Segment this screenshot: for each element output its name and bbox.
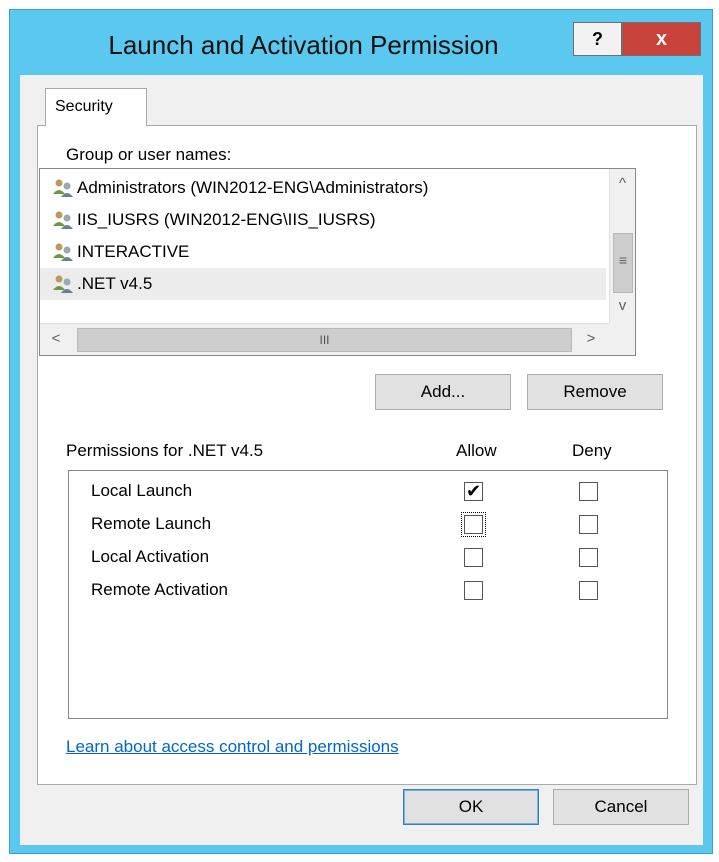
learn-access-control-link[interactable]: Learn about access control and permissio… <box>66 737 399 757</box>
allow-checkbox[interactable]: ✔ <box>464 482 483 501</box>
list-item[interactable]: Administrators (WIN2012-ENG\Administrato… <box>40 172 606 204</box>
user-group-icon <box>52 210 74 230</box>
dialog-window: Launch and Activation Permission ? x Sec… <box>9 9 713 854</box>
list-item-label: INTERACTIVE <box>77 242 190 261</box>
permissions-list: Local Launch ✔ Remote Launch Local Activati… <box>68 470 668 719</box>
group-names-listbox[interactable]: Administrators (WIN2012-ENG\Administrato… <box>39 168 636 356</box>
scroll-right-arrow-icon[interactable]: > <box>583 330 599 347</box>
list-item-label: IIS_IUSRS (WIN2012-ENG\IIS_IUSRS) <box>77 210 376 229</box>
allow-checkbox[interactable] <box>464 548 483 567</box>
deny-checkbox[interactable] <box>579 482 598 501</box>
horizontal-scroll-thumb[interactable]: III <box>77 328 572 352</box>
deny-checkbox[interactable] <box>579 581 598 600</box>
tab-security[interactable]: Security <box>45 88 147 126</box>
add-button[interactable]: Add... <box>375 374 511 410</box>
list-item[interactable]: .NET v4.5 <box>40 268 606 300</box>
list-item[interactable]: INTERACTIVE <box>40 236 606 268</box>
scroll-up-arrow-icon[interactable]: ^ <box>610 175 635 192</box>
user-group-icon <box>52 274 74 294</box>
vertical-scroll-thumb[interactable]: ≡ <box>613 233 633 293</box>
allow-checkbox[interactable] <box>461 512 486 537</box>
close-button[interactable]: x <box>622 22 701 56</box>
scroll-grip-icon: ≡ <box>618 252 628 268</box>
group-names-label: Group or user names: <box>66 145 232 164</box>
vertical-scrollbar[interactable]: ^ ≡ v <box>609 169 635 323</box>
user-group-icon <box>52 178 74 198</box>
scroll-left-arrow-icon[interactable]: < <box>48 330 64 347</box>
scroll-down-arrow-icon[interactable]: v <box>610 297 635 314</box>
deny-checkbox[interactable] <box>579 548 598 567</box>
allow-column-header: Allow <box>456 441 497 460</box>
help-button[interactable]: ? <box>573 22 622 56</box>
permission-name: Remote Activation <box>91 580 229 599</box>
permission-name: Remote Launch <box>91 514 212 533</box>
ok-button[interactable]: OK <box>403 789 539 825</box>
allow-checkbox[interactable] <box>464 581 483 600</box>
scrollbar-corner <box>609 323 635 355</box>
permissions-label: Permissions for .NET v4.5 <box>66 441 264 460</box>
list-item-label: Administrators (WIN2012-ENG\Administrato… <box>77 178 429 197</box>
user-group-icon <box>52 242 74 262</box>
list-item-label: .NET v4.5 <box>77 274 153 293</box>
cancel-button[interactable]: Cancel <box>553 789 689 825</box>
list-item[interactable]: IIS_IUSRS (WIN2012-ENG\IIS_IUSRS) <box>40 204 606 236</box>
remove-button[interactable]: Remove <box>527 374 663 410</box>
deny-checkbox[interactable] <box>579 515 598 534</box>
horizontal-scrollbar[interactable]: < III > <box>40 323 610 355</box>
permission-name: Local Activation <box>91 547 210 566</box>
permission-name: Local Launch <box>91 481 193 500</box>
deny-column-header: Deny <box>572 441 612 460</box>
